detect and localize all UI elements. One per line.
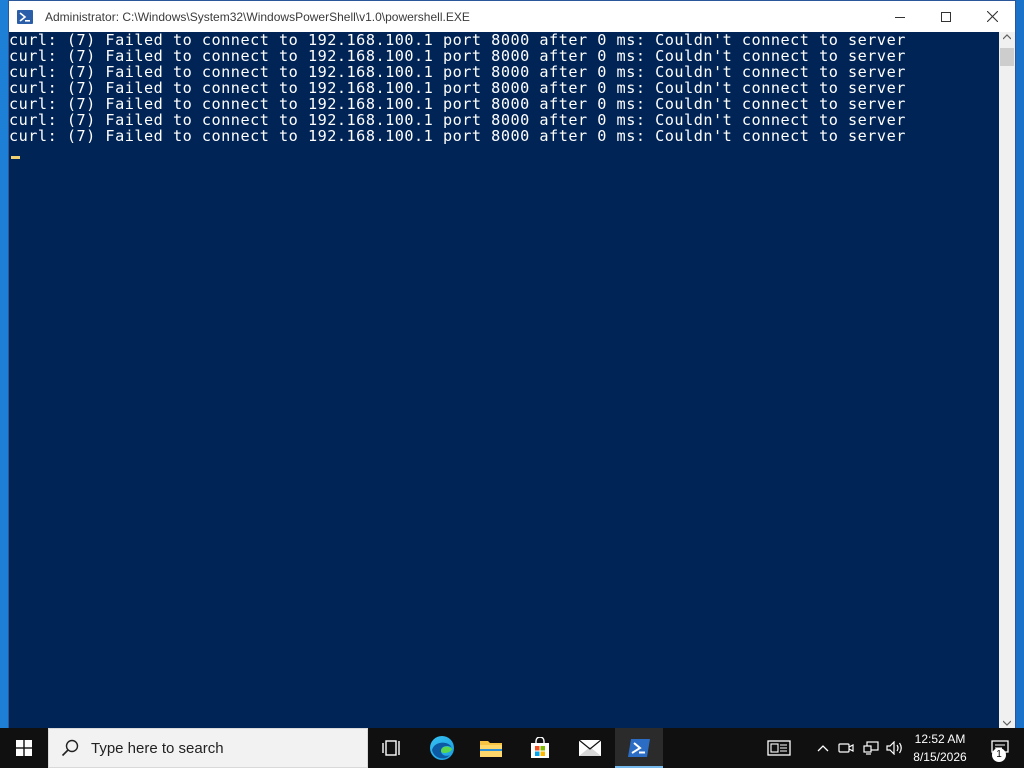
mail-icon — [578, 739, 602, 756]
start-button[interactable] — [0, 728, 48, 768]
meet-now-button[interactable] — [836, 728, 856, 768]
store-taskbar-button[interactable] — [516, 728, 564, 768]
volume-button[interactable] — [884, 728, 906, 768]
title-bar[interactable]: Administrator: C:\Windows\System32\Windo… — [9, 1, 1015, 32]
show-hidden-icons-button[interactable] — [812, 728, 834, 768]
taskbar: 12:52 AM 8/15/2026 1 — [0, 728, 1024, 768]
text-cursor — [11, 156, 20, 159]
scrollbar-thumb[interactable] — [1000, 48, 1014, 66]
maximize-icon — [941, 11, 951, 22]
search-icon — [61, 739, 79, 757]
console-line: curl: (7) Failed to connect to 192.168.1… — [9, 79, 906, 97]
file-explorer-icon — [480, 741, 502, 757]
scroll-down-icon[interactable] — [1003, 720, 1011, 726]
close-button[interactable] — [969, 1, 1015, 32]
powershell-window: Administrator: C:\Windows\System32\Windo… — [8, 0, 1016, 728]
notification-count-badge: 1 — [992, 748, 1006, 762]
scroll-up-icon[interactable] — [1003, 34, 1011, 40]
task-view-button[interactable] — [368, 728, 416, 768]
clock-date: 8/15/2026 — [913, 750, 967, 764]
console-output[interactable]: curl: (7) Failed to connect to 192.168.1… — [9, 32, 1000, 728]
store-icon — [531, 737, 549, 758]
file-explorer-taskbar-button[interactable] — [467, 728, 515, 768]
meet-now-icon — [838, 743, 854, 753]
minimize-button[interactable] — [877, 1, 923, 32]
console-line: curl: (7) Failed to connect to 192.168.1… — [9, 127, 906, 145]
console-lines: curl: (7) Failed to connect to 192.168.1… — [9, 32, 906, 144]
console-line: curl: (7) Failed to connect to 192.168.1… — [9, 47, 906, 65]
news-icon — [767, 740, 791, 756]
close-icon — [986, 11, 998, 22]
clock-time: 12:52 AM — [914, 732, 966, 746]
vertical-scrollbar[interactable] — [999, 32, 1015, 728]
powershell-taskbar-button[interactable] — [615, 728, 663, 768]
console-line: curl: (7) Failed to connect to 192.168.1… — [9, 111, 906, 129]
powershell-icon — [17, 9, 33, 24]
maximize-button[interactable] — [923, 1, 969, 32]
network-button[interactable] — [860, 728, 882, 768]
console-line: curl: (7) Failed to connect to 192.168.1… — [9, 63, 906, 81]
windows-logo-icon — [16, 740, 32, 756]
desktop-background — [0, 0, 8, 728]
chevron-up-icon — [817, 745, 829, 752]
speaker-icon — [886, 741, 902, 755]
search-input[interactable] — [89, 738, 343, 758]
news-widget-button[interactable] — [762, 728, 796, 768]
mail-taskbar-button[interactable] — [566, 728, 614, 768]
powershell-icon — [628, 739, 650, 757]
minimize-icon — [895, 16, 905, 18]
taskbar-search-box[interactable] — [48, 728, 368, 768]
window-title: Administrator: C:\Windows\System32\Windo… — [45, 9, 470, 24]
network-icon — [863, 741, 879, 755]
edge-taskbar-button[interactable] — [418, 728, 466, 768]
task-view-icon — [382, 740, 400, 756]
console-line: curl: (7) Failed to connect to 192.168.1… — [9, 95, 906, 113]
edge-icon — [430, 736, 454, 760]
console-line: curl: (7) Failed to connect to 192.168.1… — [9, 32, 906, 49]
taskbar-clock[interactable]: 12:52 AM 8/15/2026 — [906, 728, 974, 768]
